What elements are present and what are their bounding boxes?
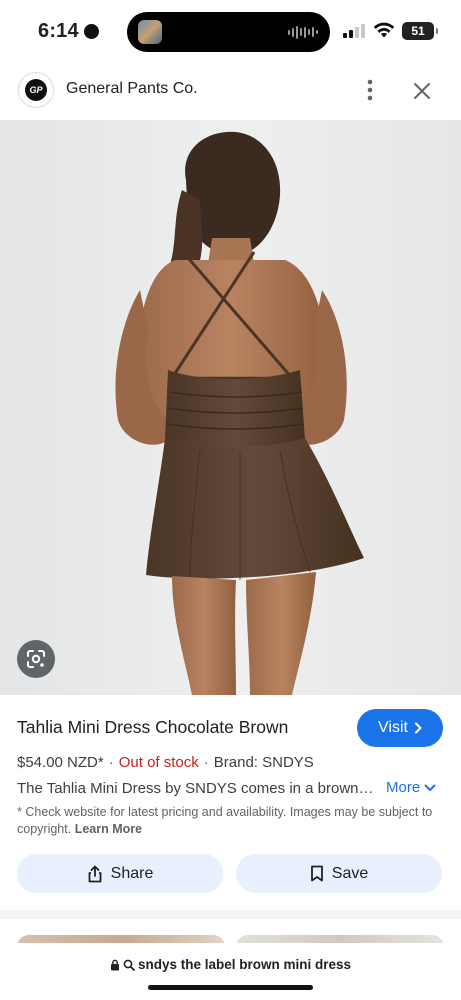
product-photo (0, 120, 461, 695)
save-button[interactable]: Save (236, 854, 442, 893)
cellular-signal-icon (343, 24, 365, 38)
product-meta: $54.00 NZD* · Out of stock · Brand: SNDYS (17, 754, 314, 771)
bookmark-icon (310, 865, 323, 882)
product-description: The Tahlia Mini Dress by SNDYS comes in … (17, 780, 374, 797)
product-image[interactable] (0, 120, 461, 695)
chevron-right-icon (414, 722, 422, 734)
share-icon (88, 865, 102, 882)
close-icon (414, 83, 430, 99)
more-vert-icon (367, 79, 373, 101)
more-label: More (386, 779, 421, 796)
status-time: 6:14 (38, 20, 79, 42)
site-header: GP General Pants Co. (0, 64, 461, 120)
stock-status: Out of stock (118, 754, 199, 771)
url-display[interactable]: sndys the label brown mini dress (0, 957, 461, 972)
lock-icon (110, 959, 119, 970)
search-icon (123, 959, 135, 971)
close-button[interactable] (406, 75, 438, 107)
product-brand: Brand: SNDYS (213, 754, 314, 771)
meta-separator: · (203, 754, 209, 771)
meta-separator: · (108, 754, 114, 771)
section-divider (0, 910, 461, 919)
visit-label: Visit (378, 719, 408, 736)
save-label: Save (331, 864, 369, 882)
site-logo: GP (18, 72, 54, 108)
dynamic-island (127, 12, 330, 52)
learn-more-link[interactable]: Learn More (75, 822, 142, 836)
visit-button[interactable]: Visit (357, 709, 443, 747)
more-options-button[interactable] (358, 76, 382, 104)
wifi-icon (372, 21, 396, 44)
audio-waveform-icon (288, 25, 318, 39)
home-indicator[interactable] (148, 985, 313, 990)
google-lens-icon (27, 650, 45, 668)
url-bar[interactable]: sndys the label brown mini dress (0, 943, 461, 1000)
pricing-disclaimer: * Check website for latest pricing and a… (17, 804, 442, 838)
google-lens-button[interactable] (17, 640, 55, 678)
status-bar: 6:14 51 (0, 0, 461, 64)
now-playing-artwork (138, 20, 162, 44)
search-query: sndys the label brown mini dress (137, 957, 352, 972)
chevron-down-icon (424, 784, 436, 791)
share-button[interactable]: Share (17, 854, 223, 893)
site-logo-mark: GP (25, 79, 47, 101)
share-label: Share (110, 864, 154, 882)
product-title: Tahlia Mini Dress Chocolate Brown (17, 717, 289, 737)
more-button[interactable]: More (386, 779, 436, 796)
battery-indicator: 51 (402, 22, 438, 40)
product-price: $54.00 NZD* (17, 754, 104, 771)
site-name[interactable]: General Pants Co. (66, 80, 198, 98)
focus-moon-icon (84, 24, 99, 39)
